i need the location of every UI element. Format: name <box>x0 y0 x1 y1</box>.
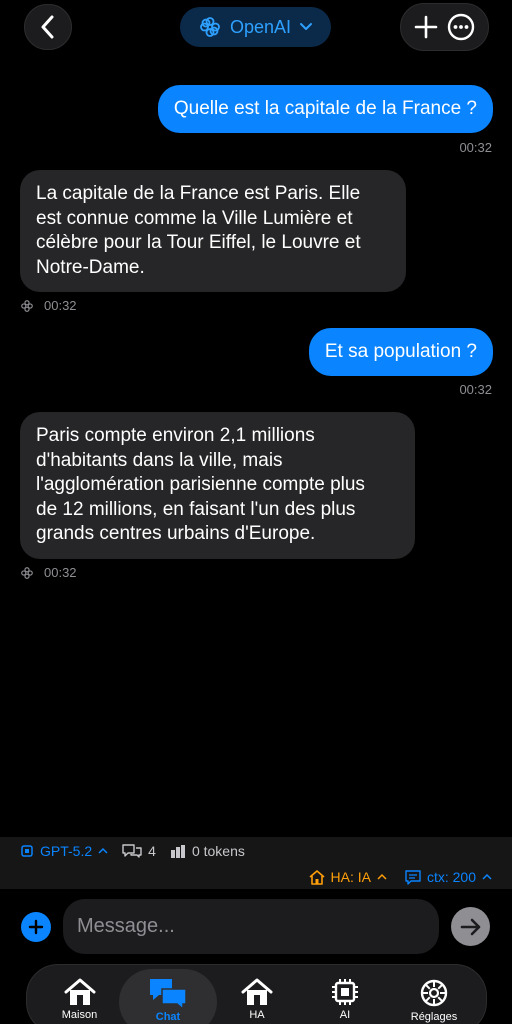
chevron-down-icon <box>300 23 313 30</box>
message-count-label: 4 <box>148 843 156 859</box>
tab-reglages[interactable]: Réglages <box>389 965 479 1024</box>
gear-icon <box>420 979 448 1007</box>
message-timestamp: 00:32 <box>44 565 77 580</box>
model-selector[interactable]: GPT-5.2 <box>20 843 108 859</box>
context-selector[interactable]: ctx: 200 <box>405 869 492 885</box>
message-timestamp: 00:32 <box>459 382 492 397</box>
attach-button[interactable] <box>21 912 51 942</box>
assistant-meta: 00:32 <box>20 298 77 313</box>
openai-logo-icon <box>21 299 33 312</box>
context-status-bar: HA: IA ctx: 200 <box>0 865 512 889</box>
message-line: de 12 millions, en faisant l'un des plus <box>36 498 356 520</box>
model-label: GPT-5.2 <box>40 843 93 859</box>
message-line: Notre-Dame. <box>36 256 145 278</box>
ha-mode-label: HA: IA <box>330 869 371 885</box>
assistant-message-bubble: Paris compte environ 2,1 millions d'habi… <box>20 412 415 559</box>
tab-ai[interactable]: AI <box>305 965 385 1024</box>
new-chat-button[interactable] <box>414 15 438 39</box>
chat-bubbles-icon <box>150 979 187 1009</box>
assistant-meta: 00:32 <box>20 565 77 580</box>
chevron-up-icon <box>377 873 387 880</box>
chip-icon <box>332 979 358 1005</box>
message-line: grands centres urbains d'Europe. <box>36 523 316 544</box>
assistant-message-bubble: La capitale de la France est Paris. Elle… <box>20 170 406 292</box>
conversation-icon <box>122 844 142 858</box>
message-count: 4 <box>122 843 156 859</box>
session-status-bar: GPT-5.2 4 0 tokens <box>0 837 512 865</box>
message-text: Quelle est la capitale de la France ? <box>173 97 477 119</box>
chevron-left-icon <box>41 15 54 39</box>
provider-selector[interactable]: OpenAI <box>180 7 331 47</box>
provider-label: OpenAI <box>229 16 292 37</box>
arrow-right-icon <box>460 918 480 935</box>
token-count: 0 tokens <box>170 843 245 859</box>
tab-label: Maison <box>61 1009 98 1021</box>
tab-bar: Maison Chat HA AI Réglages <box>26 964 487 1024</box>
tab-label: Chat <box>155 1011 181 1023</box>
chevron-up-icon <box>98 847 108 854</box>
header-actions <box>400 3 489 51</box>
openai-logo-icon <box>21 566 33 579</box>
back-button[interactable] <box>24 4 72 50</box>
tab-label: AI <box>339 1009 351 1021</box>
tab-label: Réglages <box>410 1011 458 1023</box>
message-line: d'habitants dans la ville, mais <box>36 449 283 471</box>
message-line: célèbre pour la Tour Eiffel, le Louvre e… <box>36 232 361 253</box>
tab-ha[interactable]: HA <box>217 965 297 1024</box>
message-line: l'agglomération parisienne compte plus <box>36 474 365 495</box>
message-text-icon <box>405 869 421 885</box>
tab-chat[interactable]: Chat <box>119 969 217 1024</box>
tab-maison[interactable]: Maison <box>37 965 122 1024</box>
cpu-icon <box>21 845 33 857</box>
message-line: La capitale de la France est Paris. Elle <box>36 183 361 204</box>
message-timestamp: 00:32 <box>459 140 492 155</box>
context-label: ctx: 200 <box>426 869 476 885</box>
message-text: Et sa population ? <box>324 340 477 362</box>
openai-logo-icon <box>200 17 220 37</box>
tab-label: HA <box>249 1009 265 1021</box>
house-icon <box>64 978 95 1005</box>
user-message-bubble: Quelle est la capitale de la France ? <box>157 85 493 133</box>
token-count-label: 0 tokens <box>191 843 245 859</box>
message-timestamp: 00:32 <box>44 298 77 313</box>
message-input[interactable] <box>63 899 439 954</box>
ha-mode-selector[interactable]: HA: IA <box>308 869 387 885</box>
plus-icon <box>28 919 44 935</box>
more-options-button[interactable] <box>447 13 475 41</box>
message-line: Paris compte environ 2,1 millions <box>36 425 315 446</box>
bar-chart-icon <box>170 845 185 858</box>
send-button[interactable] <box>451 907 490 946</box>
plus-icon <box>414 15 438 39</box>
message-line: est connue comme la Ville Lumière et <box>36 207 353 229</box>
house-icon <box>241 978 273 1005</box>
chevron-up-icon <box>482 873 492 880</box>
house-icon <box>308 869 325 885</box>
ellipsis-circle-icon <box>448 13 475 41</box>
user-message-bubble: Et sa population ? <box>308 328 493 376</box>
